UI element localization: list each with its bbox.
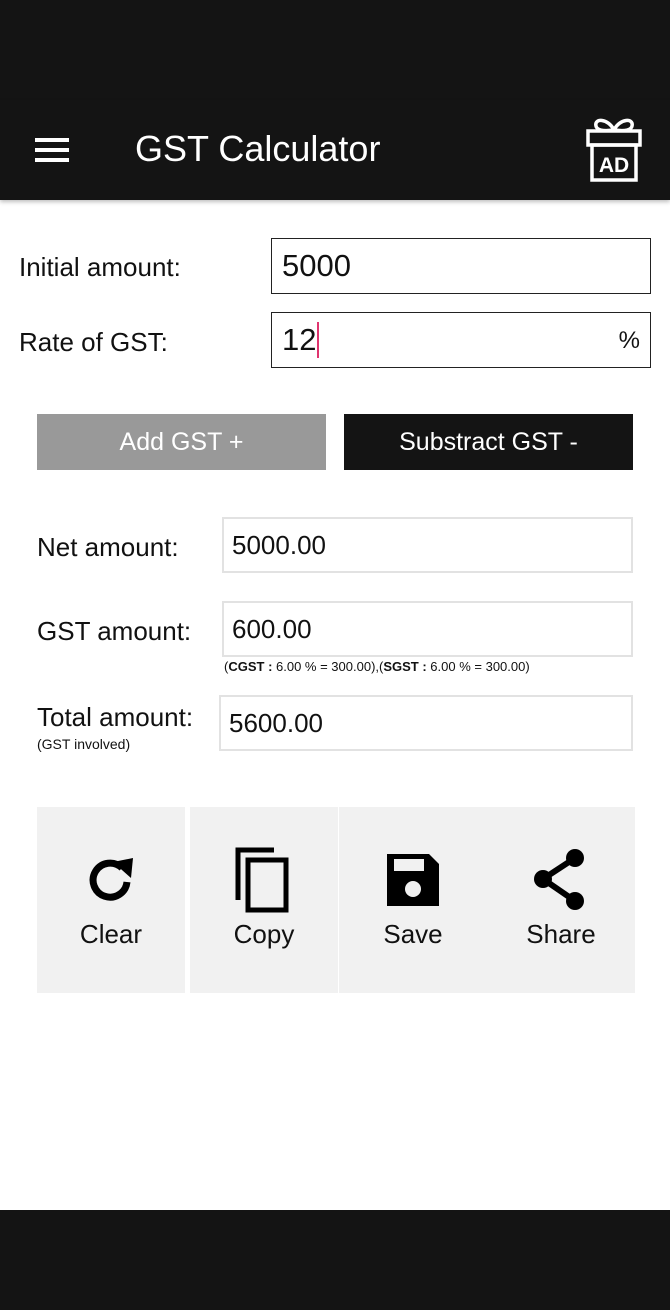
app-title: GST Calculator: [135, 128, 381, 169]
gst-amount-value: 600.00: [232, 613, 312, 644]
net-amount-label: Net amount:: [37, 532, 179, 562]
rate-of-gst-input[interactable]: 12 %: [271, 312, 651, 368]
rate-of-gst-value: 12: [282, 322, 317, 357]
net-amount-field[interactable]: 5000.00: [222, 517, 633, 573]
initial-amount-label: Initial amount:: [19, 252, 181, 282]
clear-button[interactable]: Clear: [37, 807, 185, 993]
initial-amount-value: 5000: [282, 248, 351, 283]
action-bar: Clear Copy Save Share: [37, 807, 635, 993]
svg-text:AD: AD: [599, 154, 629, 177]
subtract-gst-button[interactable]: Substract GST -: [344, 414, 633, 470]
share-icon: [526, 845, 596, 915]
add-gst-button[interactable]: Add GST +: [37, 414, 326, 470]
total-amount-value: 5600.00: [229, 707, 323, 738]
rate-of-gst-label: Rate of GST:: [19, 327, 168, 357]
total-amount-field[interactable]: 5600.00: [219, 695, 633, 751]
net-amount-value: 5000.00: [232, 529, 326, 560]
gst-amount-field[interactable]: 600.00: [222, 601, 633, 657]
copy-button[interactable]: Copy: [190, 807, 338, 993]
save-label: Save: [383, 919, 443, 949]
percent-suffix: %: [618, 327, 640, 354]
refresh-icon: [76, 845, 146, 915]
total-amount-sublabel: (GST involved): [37, 736, 131, 752]
share-label: Share: [526, 919, 596, 949]
copy-icon: [229, 845, 299, 915]
text-caret: [317, 322, 320, 358]
gst-amount-label: GST amount:: [37, 616, 192, 646]
floppy-save-icon: [378, 845, 448, 915]
status-bar: [0, 0, 670, 100]
copy-label: Copy: [233, 919, 295, 949]
system-nav-bar: [0, 1210, 670, 1310]
total-amount-label: Total amount:: [37, 702, 194, 732]
gift-ad-icon[interactable]: AD: [584, 114, 644, 184]
hamburger-menu-icon[interactable]: [22, 128, 82, 172]
app-bar: GST Calculator AD: [0, 100, 670, 200]
save-button[interactable]: Save: [339, 807, 487, 993]
clear-label: Clear: [79, 919, 143, 949]
initial-amount-input[interactable]: 5000: [271, 238, 651, 294]
gst-breakdown: (CGST : 6.00 % = 300.00),(SGST : 6.00 % …: [224, 659, 530, 674]
share-button[interactable]: Share: [487, 807, 635, 993]
